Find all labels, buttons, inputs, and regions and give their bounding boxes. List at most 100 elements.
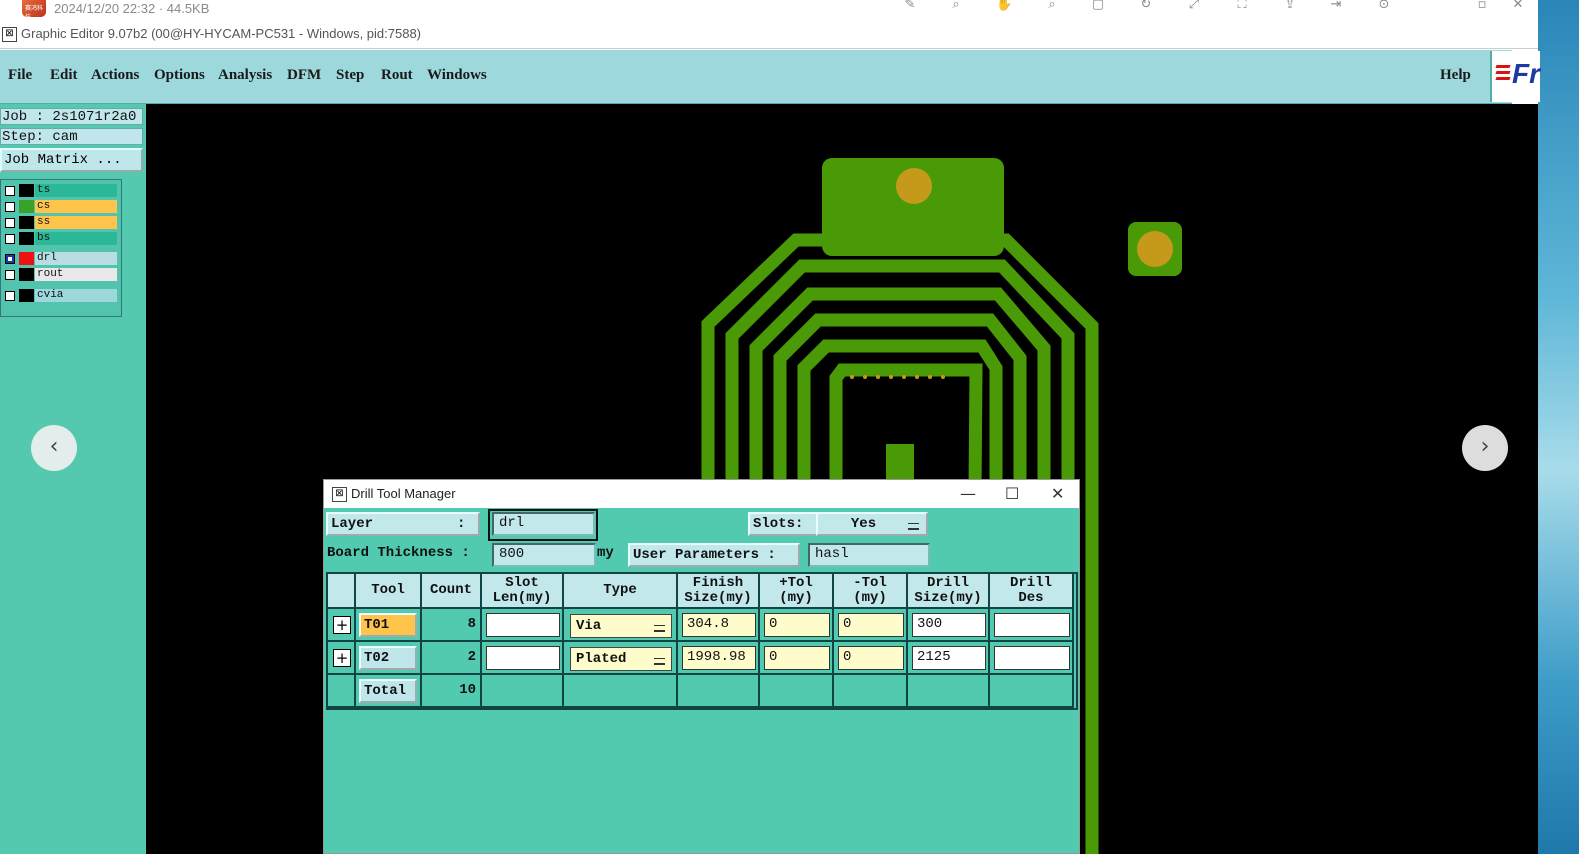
drill-size-input[interactable]: 300 [912, 613, 986, 637]
table-cell [990, 675, 1074, 708]
menu-rout[interactable]: Rout [381, 67, 413, 84]
layer-name[interactable]: rout [35, 268, 117, 281]
drill-size-cell: 2125 [908, 642, 990, 675]
menu-help[interactable]: Help [1440, 67, 1471, 84]
dialog-titlebar[interactable]: ⊠ Drill Tool Manager — ☐ ✕ [324, 480, 1079, 508]
rotate-icon[interactable]: ↻ [1138, 0, 1154, 11]
zoom-in-icon[interactable]: ⌕ [948, 0, 964, 11]
menu-step[interactable]: Step [336, 67, 364, 84]
previous-image-button[interactable]: ‹ [31, 425, 77, 471]
maximize-icon[interactable]: ☐ [1005, 484, 1019, 503]
type-dropdown[interactable]: Via [570, 614, 672, 638]
pen-icon[interactable]: ✎ [902, 0, 918, 11]
layer-name[interactable]: ts [35, 184, 117, 197]
fit-icon[interactable]: ⤢ [1186, 0, 1202, 11]
brand-text: Fr [1512, 58, 1540, 89]
table-cell [482, 675, 564, 708]
table-cell [564, 675, 678, 708]
layer-row-cvia[interactable]: cvia [3, 289, 117, 302]
column-header-drill-size: Drill Size(my) [908, 574, 990, 609]
share-icon[interactable]: ⇪ [1282, 0, 1298, 11]
expand-plus-icon[interactable]: + [333, 616, 351, 634]
forward-icon[interactable]: ⇥ [1328, 0, 1344, 11]
menu-options[interactable]: Options [154, 67, 205, 84]
layer-color-swatch[interactable] [19, 232, 34, 245]
thickness-unit: my [597, 545, 614, 561]
layer-row-cs[interactable]: cs [3, 200, 117, 213]
pan-icon[interactable]: ✋ [996, 0, 1012, 11]
layer-name[interactable]: ss [35, 216, 117, 229]
layer-color-swatch[interactable] [19, 200, 34, 213]
dialog-title: Drill Tool Manager [351, 486, 456, 501]
tool-button-t01[interactable]: T01 [359, 613, 417, 637]
crop-icon[interactable]: ▢ [1090, 0, 1106, 11]
layer-name[interactable]: cs [35, 200, 117, 213]
zoom-out-icon[interactable]: ⌕ [1044, 0, 1060, 11]
plus-tol-input[interactable]: 0 [764, 613, 830, 637]
close-icon[interactable]: ✕ [1510, 0, 1526, 11]
restore-icon[interactable]: ▫ [1474, 0, 1490, 11]
drill-des-input[interactable] [994, 646, 1070, 670]
layer-checkbox-checked[interactable] [5, 254, 15, 264]
minus-tol-input[interactable]: 0 [838, 646, 904, 670]
dialog-close-icon[interactable]: ✕ [1051, 484, 1064, 503]
drill-des-input[interactable] [994, 613, 1070, 637]
layer-checkbox[interactable] [5, 186, 15, 196]
layer-name[interactable]: cvia [35, 289, 117, 302]
menu-edit[interactable]: Edit [50, 67, 78, 84]
next-image-button[interactable]: › [1462, 425, 1508, 471]
count-value: 8 [467, 616, 476, 632]
drill-size-cell: 300 [908, 609, 990, 642]
slot-len-input[interactable] [486, 646, 560, 670]
layer-checkbox[interactable] [5, 291, 15, 301]
minimize-icon[interactable]: — [960, 484, 976, 503]
layer-checkbox[interactable] [5, 202, 15, 212]
type-dropdown[interactable]: Plated [570, 647, 672, 671]
layer-color-swatch[interactable] [19, 216, 34, 229]
layer-row-drl[interactable]: drl [3, 252, 117, 265]
layer-color-swatch[interactable] [19, 252, 34, 265]
layer-field[interactable]: drl [492, 512, 595, 536]
tool-button-t02[interactable]: T02 [359, 646, 417, 670]
layer-color-swatch[interactable] [19, 289, 34, 302]
step-label: Step: cam [0, 128, 143, 145]
layer-name[interactable]: bs [35, 232, 117, 245]
board-thickness-field[interactable]: 800 [492, 543, 596, 567]
total-count: 10 [459, 682, 476, 698]
menu-analysis[interactable]: Analysis [218, 67, 272, 84]
app-thumbnail[interactable]: 赛鸿科技 [22, 0, 46, 17]
drill-tool-manager-dialog: ⊠ Drill Tool Manager — ☐ ✕ Layer : drl S… [323, 479, 1080, 854]
menu-file[interactable]: File [8, 67, 32, 84]
menu-windows[interactable]: Windows [427, 67, 487, 84]
minus-tol-input[interactable]: 0 [838, 613, 904, 637]
thumbnail-text: 赛鸿科技 [25, 5, 44, 17]
menu-actions[interactable]: Actions [91, 67, 139, 84]
layer-color-swatch[interactable] [19, 184, 34, 197]
slot-len-cell [482, 642, 564, 675]
job-matrix-button[interactable]: Job Matrix ... [0, 148, 143, 172]
layer-name[interactable]: drl [35, 252, 117, 265]
job-label: Job : 2s1071r2a0 [0, 108, 143, 125]
layer-checkbox[interactable] [5, 270, 15, 280]
user-parameters-field[interactable]: hasl [808, 543, 930, 567]
slots-dropdown[interactable]: Yes [816, 512, 928, 536]
total-count-cell: 10 [422, 675, 482, 708]
chevron-right-icon: › [1480, 434, 1490, 459]
layer-row-rout[interactable]: rout [3, 268, 117, 281]
layer-checkbox[interactable] [5, 218, 15, 228]
finish-size-input[interactable]: 1998.98 [682, 646, 756, 670]
slot-len-input[interactable] [486, 613, 560, 637]
column-header-plus-tol: +Tol (my) [760, 574, 834, 609]
drill-size-input[interactable]: 2125 [912, 646, 986, 670]
menu-dfm[interactable]: DFM [287, 67, 321, 84]
plus-tol-input[interactable]: 0 [764, 646, 830, 670]
layer-checkbox[interactable] [5, 234, 15, 244]
fullscreen-icon[interactable]: ⛶ [1234, 0, 1250, 11]
finish-size-input[interactable]: 304.8 [682, 613, 756, 637]
layer-color-swatch[interactable] [19, 268, 34, 281]
more-icon[interactable]: ⊙ [1376, 0, 1392, 11]
layer-row-bs[interactable]: bs [3, 232, 117, 245]
expand-plus-icon[interactable]: + [333, 649, 351, 667]
layer-row-ss[interactable]: ss [3, 216, 117, 229]
layer-row-ts[interactable]: ts [3, 184, 117, 197]
